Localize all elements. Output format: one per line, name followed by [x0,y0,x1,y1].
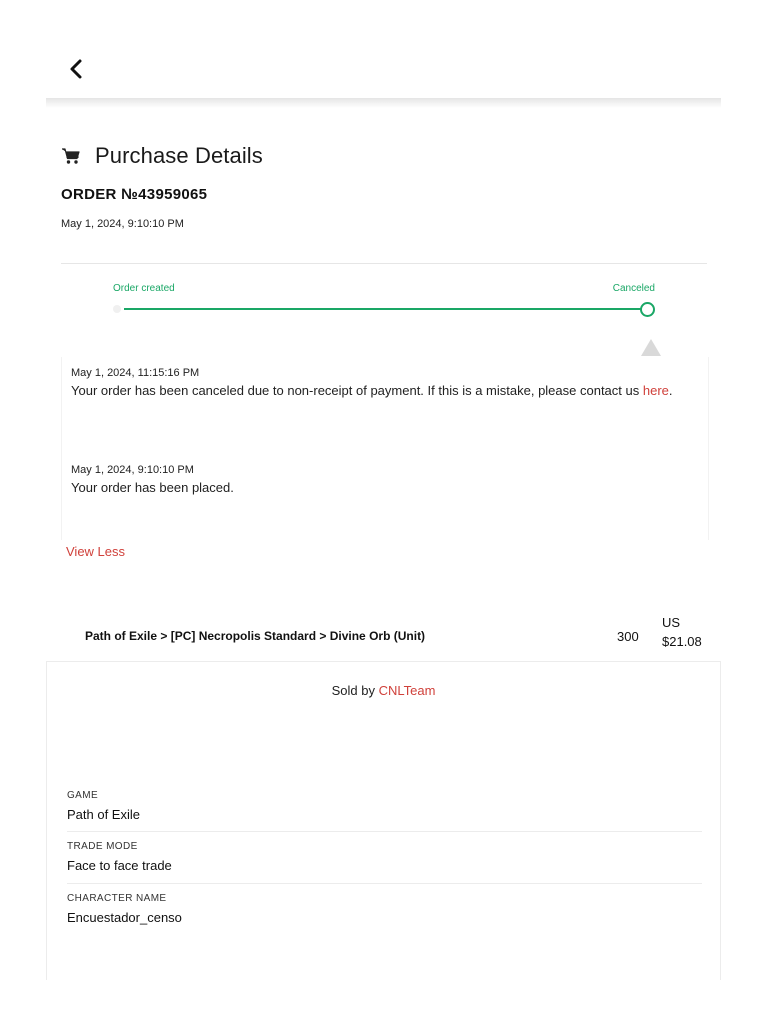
history-message-trailing: . [668,383,673,398]
history-time: May 1, 2024, 9:10:10 PM [71,464,194,476]
product-quantity: 300 [617,629,639,644]
sold-by-prefix: Sold by [331,683,379,698]
divider [67,831,702,832]
field-value: Face to face trade [67,858,172,873]
progress-line [124,308,641,310]
top-bar [46,40,721,98]
page-heading: Purchase Details [61,143,263,169]
progress-start-dot [113,305,121,313]
step-label-order-created: Order created [113,283,175,294]
chevron-left-icon[interactable] [64,56,90,82]
view-less-link[interactable]: View Less [66,544,125,559]
divider [61,263,707,264]
field-label: CHARACTER NAME [67,893,167,904]
product-price: $21.08 [662,634,702,649]
seller-link[interactable]: CNLTeam [379,683,436,698]
contact-here-link[interactable]: here [643,383,669,398]
step-label-canceled: Canceled [612,283,655,294]
divider [67,883,702,884]
history-time: May 1, 2024, 11:15:16 PM [71,367,200,379]
order-number: ORDER №43959065 [61,186,208,203]
order-date: May 1, 2024, 9:10:10 PM [61,218,184,230]
history-message-text: Your order has been canceled due to non-… [71,383,643,398]
product-currency: US [662,615,681,630]
page-title: Purchase Details [95,143,263,168]
field-label: GAME [67,790,99,801]
field-trade-mode: TRADE MODE Face to face trade [67,841,702,873]
history-message: Your order has been placed. [71,480,234,495]
product-row: Path of Exile > [PC] Necropolis Standard… [46,610,721,662]
history-entry: May 1, 2024, 11:15:16 PM Your order has … [71,367,691,400]
sold-by: Sold by CNLTeam [47,683,720,698]
history-message: Your order has been canceled due to non-… [71,382,691,400]
progress-end-dot [640,302,655,317]
shopping-cart-icon [61,146,81,166]
history-entry: May 1, 2024, 9:10:10 PM Your order has b… [71,464,691,497]
field-character-name: CHARACTER NAME Encuestador_censo [67,893,702,925]
field-value: Encuestador_censo [67,910,182,925]
top-bar-shadow [46,98,721,108]
order-details-card: Sold by CNLTeam GAME Path of Exile TRADE… [46,661,721,980]
field-value: Path of Exile [67,807,140,822]
field-label: TRADE MODE [67,841,138,852]
field-game: GAME Path of Exile [67,790,702,822]
history-pointer-icon [641,339,661,356]
order-history: May 1, 2024, 11:15:16 PM Your order has … [61,357,709,540]
product-path: Path of Exile > [PC] Necropolis Standard… [85,629,426,643]
